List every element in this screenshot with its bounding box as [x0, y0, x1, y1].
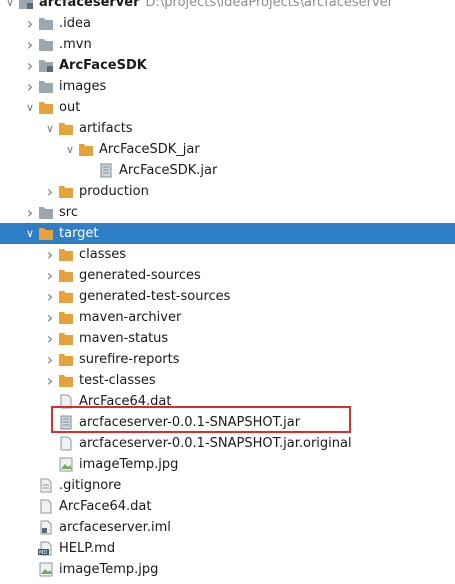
markdown-file-icon: MD	[38, 541, 54, 556]
file-icon	[38, 499, 54, 514]
tree-item-label: artifacts	[79, 121, 133, 136]
tree-row[interactable]: ArcFace64.dat	[0, 496, 455, 517]
chevron-down-icon[interactable]: ∨	[44, 118, 56, 139]
tree-row[interactable]: › generated-test-sources	[0, 286, 455, 307]
tree-row[interactable]: ∨ target	[0, 223, 455, 244]
tree-row[interactable]: › ArcFaceSDK	[0, 55, 455, 76]
tree-item-label: maven-status	[79, 331, 169, 346]
svg-text:MD: MD	[39, 550, 47, 556]
tree-row[interactable]: › test-classes	[0, 370, 455, 391]
tree-row[interactable]: arcfaceserver-0.0.1-SNAPSHOT.jar.origina…	[0, 433, 455, 454]
chevron-right-icon[interactable]: ›	[24, 55, 36, 76]
excluded-folder-icon	[38, 226, 54, 241]
jar-file-icon	[98, 163, 114, 178]
chevron-down-icon[interactable]: ∨	[24, 223, 36, 244]
tree-row[interactable]: arcfaceserver.iml	[0, 517, 455, 538]
file-icon	[58, 436, 74, 451]
tree-item-label: generated-sources	[79, 268, 201, 283]
tree-item-label: out	[59, 100, 81, 115]
tree-item-label: HELP.md	[59, 541, 116, 556]
tree-item-label: production	[79, 184, 149, 199]
tree-row[interactable]: ∨ artifacts	[0, 118, 455, 139]
tree-row[interactable]: › generated-sources	[0, 265, 455, 286]
tree-item-label: imageTemp.jpg	[79, 457, 179, 472]
tree-row[interactable]: › production	[0, 181, 455, 202]
tree-row[interactable]: ArcFaceSDK.jar	[0, 160, 455, 181]
module-folder-icon	[18, 0, 34, 10]
tree-item-label: ArcFaceSDK.jar	[119, 163, 218, 178]
tree-row[interactable]: ∨ ArcFaceSDK_jar	[0, 139, 455, 160]
iml-file-icon	[38, 520, 54, 535]
module-folder-icon	[38, 58, 54, 73]
folder-icon	[38, 79, 54, 94]
tree-item-label: classes	[79, 247, 127, 262]
chevron-right-icon[interactable]: ›	[44, 244, 56, 265]
tree-item-label: arcfaceserver-0.0.1-SNAPSHOT.jar.origina…	[79, 436, 352, 451]
chevron-right-icon[interactable]: ›	[44, 328, 56, 349]
tree-row[interactable]: › images	[0, 76, 455, 97]
tree-row[interactable]: MD HELP.md	[0, 538, 455, 559]
tree-item-label: arcfaceserver D:\projects\ideaProjects\ar…	[39, 0, 393, 13]
tree-item-label: surefire-reports	[79, 352, 180, 367]
folder-icon	[38, 205, 54, 220]
tree-item-label: ArcFaceSDK	[59, 58, 147, 73]
tree-row[interactable]: ∨ out	[0, 97, 455, 118]
tree-item-label: images	[59, 79, 107, 94]
tree-item-label: arcfaceserver.iml	[59, 520, 171, 535]
chevron-right-icon[interactable]: ›	[24, 34, 36, 55]
chevron-down-icon[interactable]: ∨	[64, 139, 76, 160]
excluded-folder-icon	[58, 289, 74, 304]
chevron-right-icon[interactable]: ›	[44, 286, 56, 307]
image-file-icon	[38, 562, 54, 577]
tree-item-label: .mvn	[59, 37, 92, 52]
chevron-right-icon[interactable]: ›	[44, 181, 56, 202]
tree-row[interactable]: .gitignore	[0, 475, 455, 496]
folder-icon	[38, 37, 54, 52]
tree-item-label: .gitignore	[59, 478, 122, 493]
project-path: D:\projects\ideaProjects\arcfaceserver	[145, 0, 394, 10]
excluded-folder-icon	[58, 331, 74, 346]
excluded-folder-icon	[78, 142, 94, 157]
chevron-right-icon[interactable]: ›	[24, 76, 36, 97]
tree-item-label: target	[59, 226, 99, 241]
chevron-right-icon[interactable]: ›	[44, 307, 56, 328]
text-file-icon	[38, 478, 54, 493]
folder-icon	[38, 16, 54, 31]
excluded-folder-icon	[58, 268, 74, 283]
tree-row[interactable]: › maven-archiver	[0, 307, 455, 328]
tree-row[interactable]: › maven-status	[0, 328, 455, 349]
tree-item-label: imageTemp.jpg	[59, 562, 159, 577]
excluded-folder-icon	[58, 373, 74, 388]
image-file-icon	[58, 457, 74, 472]
excluded-folder-icon	[38, 100, 54, 115]
tree-item-label: ArcFaceSDK_jar	[99, 142, 200, 157]
tree-item-label: src	[59, 205, 78, 220]
tree-item-label: test-classes	[79, 373, 156, 388]
tree-row[interactable]: › .idea	[0, 13, 455, 34]
excluded-folder-icon	[58, 310, 74, 325]
tree-row[interactable]: ∨ arcfaceserver D:\projects\ideaProjects\a…	[0, 0, 455, 13]
tree-item-label: generated-test-sources	[79, 289, 231, 304]
chevron-right-icon[interactable]: ›	[24, 13, 36, 34]
excluded-folder-icon	[58, 247, 74, 262]
chevron-right-icon[interactable]: ›	[44, 265, 56, 286]
tree-item-label: ArcFace64.dat	[59, 499, 152, 514]
tree-row[interactable]: › src	[0, 202, 455, 223]
chevron-right-icon[interactable]: ›	[44, 349, 56, 370]
excluded-folder-icon	[58, 121, 74, 136]
tree-item-label: .idea	[59, 16, 91, 31]
chevron-down-icon[interactable]: ∨	[24, 97, 36, 118]
chevron-right-icon[interactable]: ›	[24, 202, 36, 223]
chevron-down-icon[interactable]: ∨	[4, 0, 16, 13]
tree-item-label: maven-archiver	[79, 310, 182, 325]
excluded-folder-icon	[58, 184, 74, 199]
tree-row[interactable]: › surefire-reports	[0, 349, 455, 370]
tree-row[interactable]: › .mvn	[0, 34, 455, 55]
tree-row[interactable]: imageTemp.jpg	[0, 559, 455, 580]
excluded-folder-icon	[58, 352, 74, 367]
tree-row[interactable]: imageTemp.jpg	[0, 454, 455, 475]
chevron-right-icon[interactable]: ›	[44, 370, 56, 391]
highlight-box	[51, 406, 351, 433]
tree-row[interactable]: › classes	[0, 244, 455, 265]
